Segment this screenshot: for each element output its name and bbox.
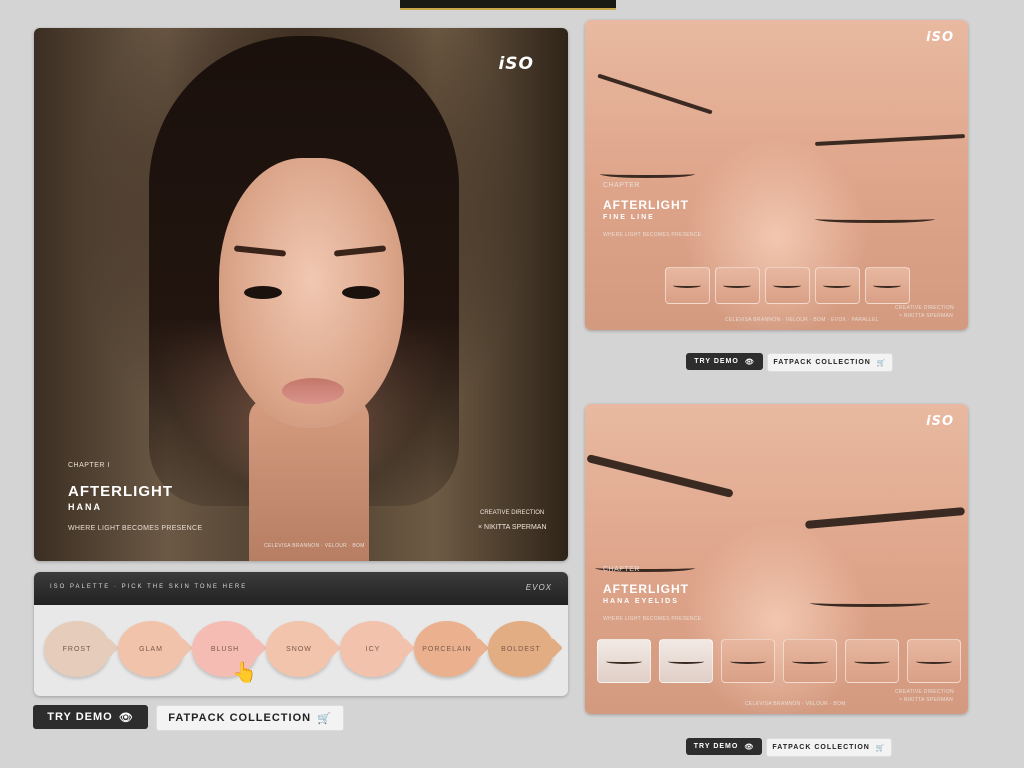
chapter-label: CHAPTER	[603, 182, 640, 189]
ad-footnote: CELEVISA BRANNON · VELOUR · BOM	[745, 701, 846, 707]
eye-icon: 👁	[118, 711, 134, 724]
variant-thumb	[765, 267, 810, 304]
fine-line-try-demo-button[interactable]: TRY DEMO 👁	[686, 353, 763, 370]
swatch-glam[interactable]: GLAM	[118, 621, 184, 677]
ad-title: AFTERLIGHT	[603, 582, 689, 596]
ad-subtitle: HANA	[68, 502, 102, 512]
variant-thumb	[865, 267, 910, 304]
right-brow	[804, 507, 966, 529]
ad-subtitle: HANA EYELIDS	[603, 598, 679, 605]
credit-name: × NIKITTA SPERMAN	[899, 697, 954, 703]
eyelids-try-demo-button[interactable]: TRY DEMO 👁	[686, 738, 762, 755]
right-lash	[815, 215, 935, 223]
hand-pointer-icon: 👆	[232, 662, 257, 684]
right-lash	[810, 599, 930, 607]
credit-name: × NIKITTA SPERMAN	[478, 524, 547, 531]
cart-icon: 🛒	[876, 359, 887, 367]
credit-label: CREATIVE DIRECTION	[480, 510, 545, 516]
fine-line-ad-image: iSO CHAPTER AFTERLIGHT FINE LINE WHERE L…	[585, 20, 968, 330]
lips	[282, 378, 344, 404]
eyelid-variants	[597, 639, 961, 683]
left-lash	[600, 170, 695, 178]
palette-title: ISO PALETTE · PICK THE SKIN TONE HERE	[50, 584, 248, 590]
variant-thumb	[715, 267, 760, 304]
ad-footnote: CELEVISA BRANNON · VELOUR · BOM	[264, 543, 365, 549]
swatch-porcelain[interactable]: PORCELAIN	[414, 621, 480, 677]
fatpack-collection-button[interactable]: FATPACK COLLECTION 🛒	[156, 705, 344, 731]
ad-tagline: WHERE LIGHT BECOMES PRESENCE	[603, 616, 702, 622]
iso-logo: iSO	[926, 414, 954, 429]
ad-subtitle: FINE LINE	[603, 214, 655, 221]
variant-thumb	[721, 639, 775, 683]
ad-title: AFTERLIGHT	[603, 198, 689, 212]
try-demo-button[interactable]: TRY DEMO 👁	[33, 705, 148, 729]
iso-logo: iSO	[926, 30, 954, 45]
top-bar	[400, 0, 616, 10]
fine-line-fatpack-button[interactable]: FATPACK COLLECTION 🛒	[767, 353, 893, 372]
swatch-boldest[interactable]: BOLDEST	[488, 621, 554, 677]
ad-tagline: WHERE LIGHT BECOMES PRESENCE	[603, 232, 702, 238]
palette-brand: EVOX	[525, 583, 552, 592]
left-brow	[597, 73, 713, 115]
credit-label: CREATIVE DIRECTION	[895, 305, 954, 311]
swatch-snow[interactable]: SNOW	[266, 621, 332, 677]
iso-logo: iSO	[498, 54, 534, 74]
cart-icon: 🛒	[875, 744, 886, 752]
swatch-frost[interactable]: FROST	[44, 621, 110, 677]
chapter-label: CHAPTER	[603, 566, 640, 573]
skin-tone-palette: ISO PALETTE · PICK THE SKIN TONE HERE EV…	[34, 572, 568, 696]
left-eye	[244, 286, 282, 299]
chapter-label: CHAPTER I	[68, 462, 110, 469]
variant-thumb	[907, 639, 961, 683]
eyelids-fatpack-button[interactable]: FATPACK COLLECTION 🛒	[766, 738, 892, 757]
right-eye	[342, 286, 380, 299]
fine-line-variants	[665, 267, 910, 304]
left-brow	[586, 453, 734, 499]
variant-thumb	[845, 639, 899, 683]
main-ad-image: iSO CHAPTER I AFTERLIGHT HANA WHERE LIGH…	[34, 28, 568, 561]
swatch-icy[interactable]: ICY	[340, 621, 406, 677]
variant-thumb	[665, 267, 710, 304]
ad-footnote: CELEVISA BRANNON · VELOUR · BOM · EVOX ·…	[725, 317, 879, 323]
cart-icon: 🛒	[317, 712, 332, 725]
credit-name: × NIKITTA SPERMAN	[899, 313, 954, 319]
variant-thumb	[597, 639, 651, 683]
credit-label: CREATIVE DIRECTION	[895, 689, 954, 695]
eyelids-ad-image: iSO CHAPTER AFTERLIGHT HANA EYELIDS WHER…	[585, 404, 968, 714]
eye-icon: 👁	[744, 358, 755, 366]
variant-thumb	[815, 267, 860, 304]
eye-icon: 👁	[744, 743, 755, 751]
ad-title: AFTERLIGHT	[68, 483, 173, 500]
ad-tagline: WHERE LIGHT BECOMES PRESENCE	[68, 525, 203, 532]
palette-header: ISO PALETTE · PICK THE SKIN TONE HERE EV…	[34, 572, 568, 605]
right-brow	[814, 134, 966, 146]
variant-thumb	[783, 639, 837, 683]
variant-thumb	[659, 639, 713, 683]
